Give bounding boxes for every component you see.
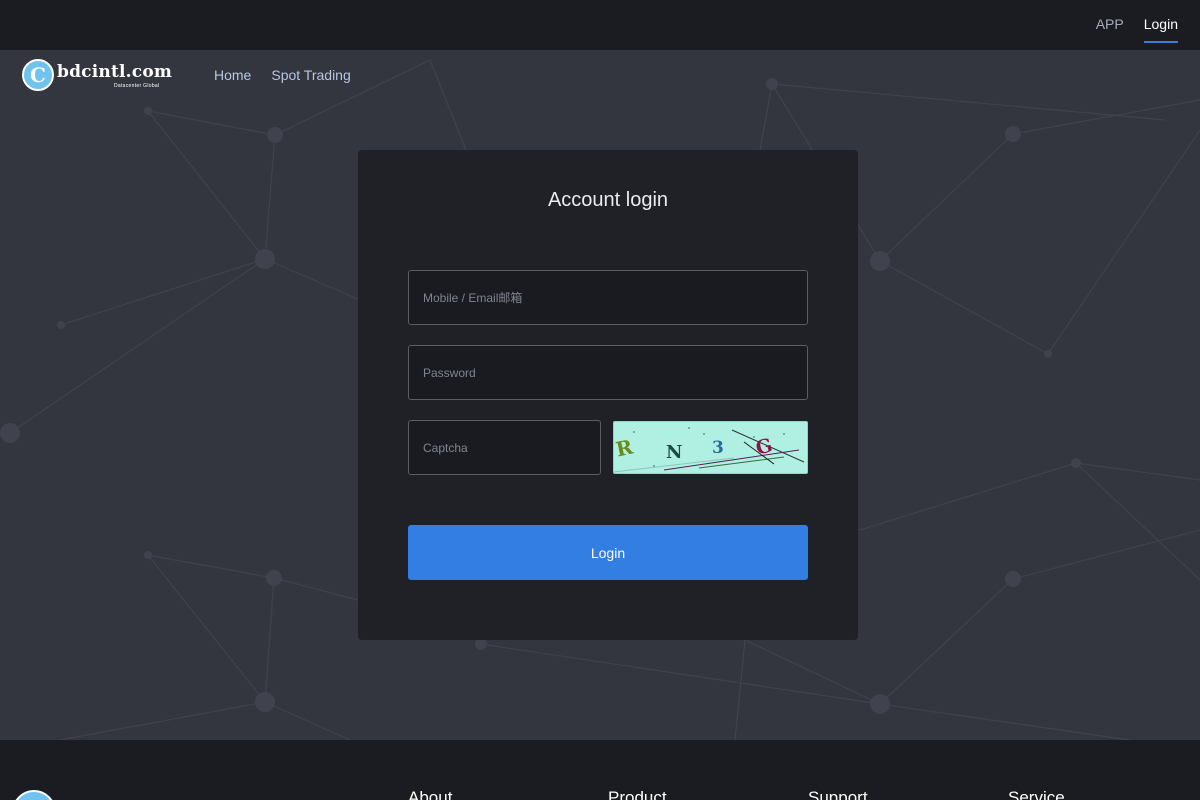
nav-item-spot-trading[interactable]: Spot Trading <box>271 67 350 83</box>
footer: About Product Support Service <box>0 740 1200 800</box>
app-link[interactable]: APP <box>1096 16 1124 34</box>
footer-logo-icon[interactable] <box>12 790 56 800</box>
brand-name: bdcintl.com <box>57 62 173 82</box>
brand-tagline: Datacenter Global <box>114 83 160 89</box>
login-link[interactable]: Login <box>1143 16 1179 43</box>
main-nav: C bdcintl.com Datacenter Global Home Spo… <box>0 50 1200 100</box>
footer-product-heading: Product <box>608 788 667 800</box>
password-input[interactable] <box>408 345 808 400</box>
captcha-char-3: 3 <box>712 438 724 458</box>
captcha-noise <box>614 427 805 473</box>
footer-support-heading: Support <box>808 788 868 800</box>
top-links: APP Login <box>1096 0 1179 50</box>
brand-logo[interactable]: C bdcintl.com Datacenter Global <box>22 59 172 95</box>
top-bar: APP Login <box>0 0 1200 50</box>
login-title: Account login <box>547 189 669 211</box>
captcha-char-2: N <box>666 442 683 463</box>
captcha-input[interactable] <box>408 420 601 475</box>
nav-menu: Home Spot Trading <box>214 67 351 83</box>
username-input[interactable] <box>408 270 808 325</box>
nav-item-home[interactable]: Home <box>214 67 251 83</box>
captcha-image[interactable]: R N 3 G <box>613 421 808 474</box>
logo-icon: C <box>22 59 54 91</box>
logo-letter: C <box>30 63 46 87</box>
login-card: Account login R N 3 G Login <box>358 150 858 640</box>
footer-service-heading: Service <box>1008 788 1065 800</box>
login-button[interactable]: Login <box>408 525 808 580</box>
footer-about-heading: About <box>408 788 453 800</box>
